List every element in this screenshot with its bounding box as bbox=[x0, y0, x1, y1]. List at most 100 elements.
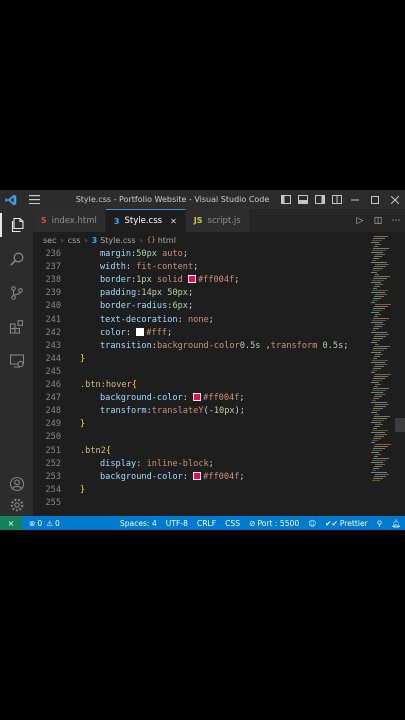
github-copilot-icon[interactable]: ☺ bbox=[308, 519, 316, 528]
code-line[interactable]: 251 .btn2{ bbox=[33, 445, 369, 458]
minimap-line bbox=[373, 278, 387, 279]
port-label: Port : 5500 bbox=[257, 518, 300, 528]
encoding-setting[interactable]: UTF-8 bbox=[166, 519, 188, 528]
search-icon[interactable] bbox=[0, 247, 33, 271]
code-text: transition:background-color0.5s ,transfo… bbox=[100, 340, 348, 353]
minimap-line bbox=[372, 360, 388, 361]
code-token: 14px 50px bbox=[141, 288, 188, 299]
code-line[interactable]: 243 transition:background-color0.5s ,tran… bbox=[33, 340, 369, 353]
code-text: text-decoration: none; bbox=[100, 314, 214, 327]
language-mode[interactable]: CSS bbox=[225, 519, 240, 528]
code-token: { bbox=[105, 445, 112, 456]
code-token: -10px bbox=[208, 406, 235, 417]
color-swatch[interactable] bbox=[136, 327, 145, 336]
problems-indicator[interactable]: ⊗ 0 ⚠ 0 bbox=[29, 519, 60, 528]
tab-script-js[interactable]: JS script.js bbox=[185, 209, 250, 232]
extensions-icon[interactable] bbox=[0, 315, 33, 339]
code-line[interactable]: 238 border:1px solid #ff004f; bbox=[33, 274, 369, 287]
live-server-port[interactable]: ⊘ Port : 5500 bbox=[249, 519, 299, 528]
js-file-icon: JS bbox=[193, 216, 203, 225]
minimap-line bbox=[375, 274, 379, 275]
minimap-line bbox=[374, 236, 388, 237]
code-line[interactable]: 253 background-color: #ff004f; bbox=[33, 471, 369, 484]
close-tab-icon[interactable]: ✕ bbox=[170, 217, 177, 226]
more-actions-icon[interactable]: ⋯ bbox=[387, 216, 405, 226]
explorer-icon[interactable] bbox=[0, 213, 33, 237]
minimap-line bbox=[373, 298, 381, 299]
remote-indicator-icon[interactable]: ⨯ bbox=[0, 516, 22, 530]
code-line[interactable]: 249} bbox=[33, 418, 369, 431]
eol-setting[interactable]: CRLF bbox=[197, 519, 216, 528]
remote-explorer-icon[interactable] bbox=[0, 349, 33, 373]
code-token: translateY bbox=[151, 406, 204, 417]
code-line[interactable]: 241 text-decoration: none; bbox=[33, 314, 369, 327]
code-token: background-color bbox=[100, 393, 183, 404]
code-line[interactable]: 248 transform:translateY(-10px); bbox=[33, 405, 369, 418]
minimap-line bbox=[372, 450, 382, 451]
code-line[interactable]: 239 padding:14px 50px; bbox=[33, 287, 369, 300]
customize-layout-icon[interactable] bbox=[328, 190, 345, 209]
line-number: 249 bbox=[45, 419, 61, 430]
breadcrumb-item[interactable]: css bbox=[68, 236, 81, 245]
code-line[interactable]: 255 bbox=[33, 497, 369, 510]
code-line[interactable]: 244} bbox=[33, 353, 369, 366]
minimap-slider[interactable] bbox=[395, 418, 405, 432]
code-line[interactable]: 245 bbox=[33, 366, 369, 379]
breadcrumb-item[interactable]: sec bbox=[43, 236, 57, 245]
feedback-icon[interactable]: ⚲ bbox=[377, 519, 383, 528]
line-number: 248 bbox=[45, 406, 61, 417]
line-number: 246 bbox=[45, 380, 61, 390]
minimap[interactable] bbox=[369, 232, 405, 516]
code-line[interactable]: 236 margin:50px auto; bbox=[33, 248, 369, 261]
breadcrumb-item[interactable]: Style.css bbox=[100, 236, 135, 245]
code-token: solid bbox=[151, 275, 188, 286]
minimap-line bbox=[371, 242, 379, 243]
minimap-line bbox=[373, 438, 381, 439]
minimap-line bbox=[372, 440, 378, 441]
indentation-setting[interactable]: Spaces: 4 bbox=[120, 519, 157, 528]
code-line[interactable]: 237 width: fit-content; bbox=[33, 261, 369, 274]
chevron-right-icon: › bbox=[139, 235, 143, 245]
code-text: .btn2{ bbox=[80, 445, 111, 458]
notifications-bell-icon[interactable]: 🔔︎ bbox=[391, 519, 401, 528]
settings-gear-icon[interactable] bbox=[0, 493, 33, 517]
code-line[interactable]: 247 background-color: #ff004f; bbox=[33, 392, 369, 405]
line-number: 238 bbox=[45, 275, 61, 286]
layout-sidebar-right-icon[interactable] bbox=[311, 190, 328, 209]
minimize-icon[interactable] bbox=[345, 190, 365, 209]
minimap-line bbox=[373, 468, 379, 469]
prettier-status[interactable]: ✔✔ Prettier bbox=[325, 519, 368, 528]
tab-style-css[interactable]: 3 Style.css ✕ bbox=[105, 209, 186, 232]
minimap-line bbox=[371, 362, 385, 363]
restore-icon[interactable] bbox=[365, 190, 385, 209]
code-text: } bbox=[80, 418, 85, 431]
hamburger-icon[interactable] bbox=[22, 190, 46, 209]
code-line[interactable]: 252 display: inline-block; bbox=[33, 458, 369, 471]
minimap-line bbox=[372, 470, 376, 471]
code-editor[interactable]: 236 margin:50px auto; 237 width: fit-conten… bbox=[33, 248, 369, 516]
color-swatch[interactable] bbox=[193, 393, 202, 402]
minimap-line bbox=[372, 480, 380, 481]
close-icon[interactable] bbox=[385, 190, 405, 209]
code-line[interactable]: 250 bbox=[33, 431, 369, 444]
code-line[interactable]: 240 border-radius:6px; bbox=[33, 300, 369, 313]
line-number: 242 bbox=[45, 327, 61, 338]
breadcrumb-item[interactable]: html bbox=[158, 236, 176, 245]
layout-sidebar-left-icon[interactable] bbox=[277, 190, 294, 209]
source-control-icon[interactable] bbox=[0, 281, 33, 305]
code-line[interactable]: 254} bbox=[33, 484, 369, 497]
layout-panel-icon[interactable] bbox=[294, 190, 311, 209]
minimap-line bbox=[374, 356, 380, 357]
code-line[interactable]: 246 .btn:hover{ bbox=[33, 379, 369, 392]
color-swatch[interactable] bbox=[193, 471, 202, 480]
split-editor-icon[interactable]: ◫ bbox=[369, 216, 387, 226]
run-icon[interactable]: ▷ bbox=[351, 216, 369, 226]
minimap-line bbox=[374, 326, 382, 327]
code-text: color: #fff; bbox=[100, 327, 172, 340]
code-token: transition bbox=[100, 340, 152, 351]
code-token: } bbox=[80, 353, 86, 364]
minimap-line bbox=[373, 318, 389, 319]
color-swatch[interactable] bbox=[187, 275, 196, 284]
tab-index-html[interactable]: 5 index.html bbox=[33, 209, 106, 232]
code-line[interactable]: 242 color: #fff; bbox=[33, 327, 369, 340]
